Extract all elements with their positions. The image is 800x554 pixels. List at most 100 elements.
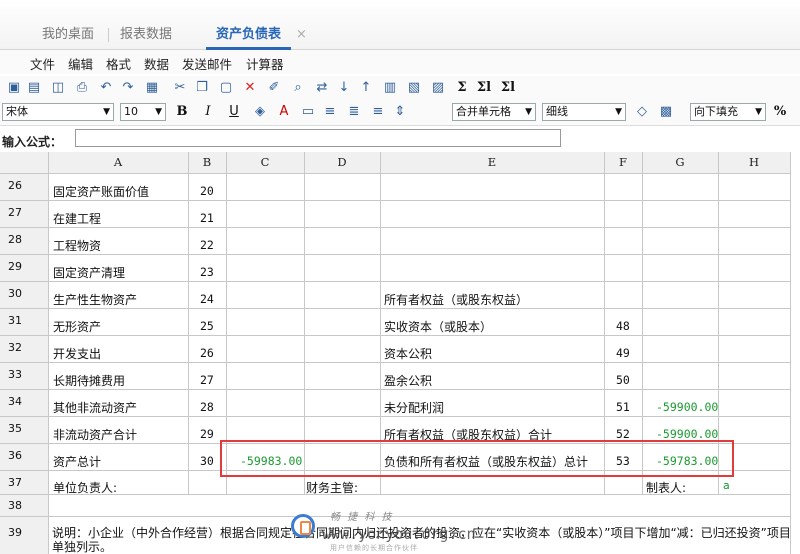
cell-f-line-no[interactable]: 48: [616, 319, 630, 333]
insert-col-icon[interactable]: ▧: [406, 80, 422, 96]
col-sum-icon[interactable]: Σl: [500, 80, 516, 96]
cell-g-value[interactable]: -59900.00: [656, 400, 718, 414]
col-header-a[interactable]: A: [48, 152, 188, 173]
cell-a-label[interactable]: 工程物资: [53, 237, 101, 254]
format-brush-icon[interactable]: ✐: [266, 80, 282, 96]
font-name-select[interactable]: 宋体 ▼: [2, 103, 114, 121]
cell-a-label[interactable]: 固定资产清理: [53, 264, 125, 281]
insert-sheet-icon[interactable]: ▨: [430, 80, 446, 96]
row-number[interactable]: 36: [8, 449, 22, 462]
cell-b-line-no[interactable]: 23: [200, 265, 214, 279]
col-header-c[interactable]: C: [226, 152, 304, 173]
row-number[interactable]: 30: [8, 287, 22, 300]
save-icon[interactable]: ▣: [6, 80, 22, 96]
replace-icon[interactable]: ⇄: [314, 80, 330, 96]
row-number[interactable]: 29: [8, 260, 22, 273]
col-header-e[interactable]: E: [380, 152, 604, 173]
cell-e-label[interactable]: 盈余公积: [384, 372, 432, 389]
font-color-icon[interactable]: A: [276, 104, 292, 120]
border-style-select[interactable]: 细线 ▼: [542, 103, 626, 121]
menu-edit[interactable]: 编辑: [68, 54, 93, 73]
tab-balance-sheet[interactable]: 资产负债表: [206, 24, 292, 50]
row-number[interactable]: 34: [8, 395, 22, 408]
cell-b-line-no[interactable]: 30: [200, 454, 214, 468]
cut-icon[interactable]: ✂: [172, 80, 188, 96]
eraser-icon[interactable]: ◇: [634, 104, 650, 120]
cell-g-value[interactable]: -59783.00: [656, 454, 718, 468]
col-header-h[interactable]: H: [718, 152, 790, 173]
sort-desc-icon[interactable]: ↑: [358, 80, 374, 96]
row-number[interactable]: 37: [8, 476, 22, 489]
align-left-icon[interactable]: ≡: [322, 104, 338, 120]
fill-direction-select[interactable]: 向下填充 ▼: [690, 103, 766, 121]
cell-b-line-no[interactable]: 28: [200, 400, 214, 414]
col-header-b[interactable]: B: [188, 152, 226, 173]
cell-e-label[interactable]: 资本公积: [384, 345, 432, 362]
cell-f-line-no[interactable]: 53: [616, 454, 630, 468]
grid-icon[interactable]: ▦: [144, 80, 160, 96]
delete-icon[interactable]: ✕: [242, 80, 258, 96]
find-icon[interactable]: ⌕: [290, 80, 306, 96]
cell-preparer[interactable]: 制表人:: [646, 479, 686, 496]
cell-b-line-no[interactable]: 27: [200, 373, 214, 387]
cell-b-line-no[interactable]: 24: [200, 292, 214, 306]
row-number[interactable]: 33: [8, 368, 22, 381]
col-header-g[interactable]: G: [642, 152, 718, 173]
menu-send-email[interactable]: 发送邮件: [182, 54, 232, 73]
cell-a-label[interactable]: 固定资产账面价值: [53, 183, 149, 200]
row-number[interactable]: 31: [8, 314, 22, 327]
copy-icon[interactable]: ❐: [194, 80, 210, 96]
underline-button[interactable]: U: [226, 104, 242, 120]
cell-b-line-no[interactable]: 21: [200, 211, 214, 225]
cell-f-line-no[interactable]: 51: [616, 400, 630, 414]
cell-a-label[interactable]: 长期待摊费用: [53, 372, 125, 389]
font-size-select[interactable]: 10 ▼: [120, 103, 166, 121]
cell-e-label[interactable]: 未分配利润: [384, 399, 444, 416]
insert-row-icon[interactable]: ▥: [382, 80, 398, 96]
cell-a-label[interactable]: 无形资产: [53, 318, 101, 335]
align-center-icon[interactable]: ≣: [346, 104, 362, 120]
redo-icon[interactable]: ↷: [120, 80, 136, 96]
cell-a-label[interactable]: 在建工程: [53, 210, 101, 227]
cell-b-line-no[interactable]: 25: [200, 319, 214, 333]
cell-g-value[interactable]: -59900.00: [656, 427, 718, 441]
row-number[interactable]: 32: [8, 341, 22, 354]
cell-c-total-assets[interactable]: -59983.00: [240, 454, 302, 468]
tab-report-data[interactable]: 报表数据: [120, 24, 172, 46]
sort-asc-icon[interactable]: ↓: [336, 80, 352, 96]
cell-preparer-value[interactable]: a: [723, 479, 730, 492]
open-icon[interactable]: ▤: [26, 80, 42, 96]
cell-a-label[interactable]: 其他非流动资产: [53, 399, 137, 416]
col-header-d[interactable]: D: [304, 152, 380, 173]
cell-e-label[interactable]: 负债和所有者权益（或股东权益）总计: [384, 453, 588, 470]
col-header-f[interactable]: F: [604, 152, 642, 173]
cell-b-line-no[interactable]: 29: [200, 427, 214, 441]
row-number[interactable]: 26: [8, 179, 22, 192]
cell-e-label[interactable]: 所有者权益（或股东权益）: [384, 291, 528, 308]
menu-file[interactable]: 文件: [30, 54, 55, 73]
bold-button[interactable]: B: [174, 104, 190, 120]
row-number[interactable]: 39: [8, 526, 22, 539]
cell-a-label[interactable]: 开发支出: [53, 345, 101, 362]
cell-finance-supervisor[interactable]: 财务主管:: [306, 479, 358, 496]
cell-e-label[interactable]: 所有者权益（或股东权益）合计: [384, 426, 552, 443]
menu-calculator[interactable]: 计算器: [246, 54, 284, 73]
cell-b-line-no[interactable]: 22: [200, 238, 214, 252]
cell-a-label[interactable]: 资产总计: [53, 453, 101, 470]
cell-f-line-no[interactable]: 52: [616, 427, 630, 441]
undo-icon[interactable]: ↶: [98, 80, 114, 96]
italic-button[interactable]: I: [200, 104, 216, 120]
merge-cells-select[interactable]: 合并单元格 ▼: [452, 103, 536, 121]
border-icon[interactable]: ▭: [300, 104, 316, 120]
cell-b-line-no[interactable]: 26: [200, 346, 214, 360]
cell-f-line-no[interactable]: 49: [616, 346, 630, 360]
menu-format[interactable]: 格式: [106, 54, 131, 73]
row-number[interactable]: 27: [8, 206, 22, 219]
row-number[interactable]: 35: [8, 422, 22, 435]
menu-data[interactable]: 数据: [144, 54, 169, 73]
cell-a-label[interactable]: 非流动资产合计: [53, 426, 137, 443]
print-preview-icon[interactable]: ◫: [50, 80, 66, 96]
paste-icon[interactable]: ▢: [218, 80, 234, 96]
row-sum-icon[interactable]: Σl: [476, 80, 492, 96]
sum-icon[interactable]: Σ: [454, 80, 470, 96]
